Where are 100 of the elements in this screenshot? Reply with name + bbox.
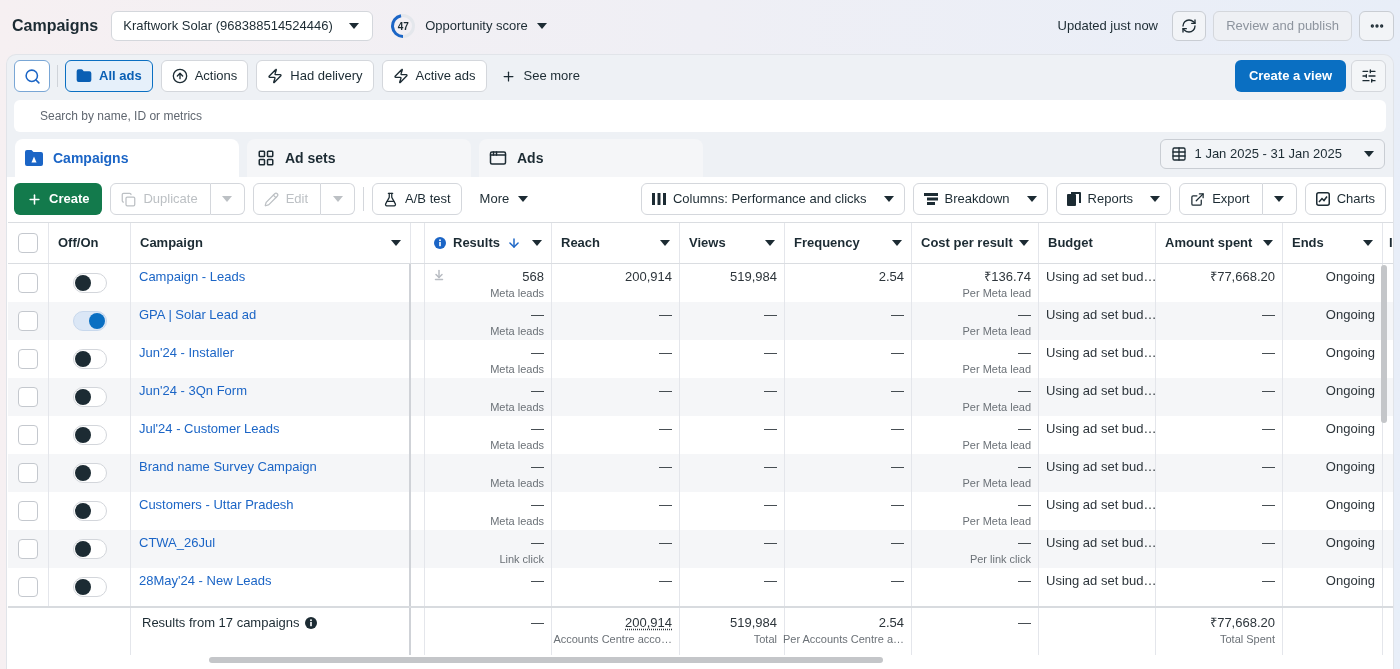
cost-per-result-value: — — [1018, 383, 1031, 399]
reach-value: — — [659, 573, 672, 589]
sliders-icon — [1360, 68, 1377, 84]
column-header[interactable]: Reach — [561, 233, 601, 253]
column-header[interactable]: Frequency — [794, 233, 860, 253]
checkbox[interactable] — [18, 577, 38, 597]
amount-spent-value: — — [1262, 535, 1275, 551]
tab[interactable]: Ad sets — [247, 139, 471, 177]
toggle-switch[interactable] — [72, 501, 107, 521]
campaign-name-link[interactable]: Jun'24 - 3Qn Form — [139, 383, 247, 399]
see-more-button[interactable]: See more — [494, 60, 586, 92]
refresh-button[interactable] — [1172, 11, 1206, 41]
results-summary: Results from 17 campaigns — [142, 615, 300, 631]
checkbox[interactable] — [18, 387, 38, 407]
column-header[interactable]: Ends — [1292, 233, 1324, 253]
create-view-button[interactable]: Create a view — [1234, 60, 1346, 92]
date-range-button[interactable]: 1 Jan 2025 - 31 Jan 2025 — [1159, 139, 1385, 169]
refresh-icon — [1181, 18, 1197, 34]
columns-icon — [651, 193, 666, 205]
cost-per-result-value: — — [1018, 497, 1031, 513]
reach-total-label: Accounts Centre acco… — [553, 632, 672, 646]
reports-dropdown[interactable]: Reports — [1055, 183, 1172, 215]
filter-chip[interactable]: Had delivery — [256, 60, 374, 92]
pencil-icon — [263, 191, 279, 207]
opportunity-score-dropdown[interactable]: Opportunity score — [425, 16, 547, 36]
frequency-value: — — [891, 307, 904, 323]
campaign-name-link[interactable]: Jun'24 - Installer — [139, 345, 234, 361]
filter-chip[interactable]: Active ads — [381, 60, 487, 92]
column-header[interactable]: Cost per result — [921, 233, 1013, 253]
amount-spent-value: — — [1262, 383, 1275, 399]
column-header[interactable]: Results — [453, 233, 500, 253]
toggle-switch[interactable] — [72, 387, 107, 407]
column-header[interactable]: Budget — [1048, 233, 1093, 253]
column-header[interactable]: Campaign — [140, 233, 203, 253]
score-value: 47 — [396, 19, 410, 34]
filter-chip[interactable]: All ads — [65, 60, 153, 92]
toggle-switch[interactable] — [72, 463, 107, 483]
checkbox[interactable] — [18, 425, 38, 445]
cost-total: — — [1018, 615, 1031, 631]
lightning-icon — [392, 68, 409, 84]
filter-chip[interactable]: Actions — [160, 60, 249, 92]
amount-spent-value: — — [1262, 459, 1275, 475]
views-value: — — [764, 345, 777, 361]
frequency-value: — — [891, 345, 904, 361]
checkbox[interactable] — [18, 539, 38, 559]
amount-spent-value: — — [1262, 307, 1275, 323]
campaign-name-link[interactable]: Campaign - Leads — [139, 269, 246, 285]
columns-dropdown[interactable]: Columns: Performance and clicks — [640, 183, 905, 215]
campaign-name-link[interactable]: CTWA_26Jul — [139, 535, 216, 551]
export-button[interactable]: Export — [1179, 183, 1263, 215]
external-link-icon — [1190, 191, 1206, 207]
budget-text: Using ad set bud… — [1046, 421, 1157, 437]
create-button[interactable]: Create — [14, 183, 103, 215]
arrow-up-circle-icon — [171, 68, 188, 84]
column-header[interactable]: Views — [689, 233, 726, 253]
toggle-switch[interactable] — [72, 311, 107, 331]
campaign-name-link[interactable]: Jul'24 - Customer Leads — [139, 421, 280, 437]
checkbox[interactable] — [18, 273, 38, 293]
amount-spent-total: ₹77,668.20 — [1210, 615, 1275, 631]
checkbox[interactable] — [18, 501, 38, 521]
campaign-name-link[interactable]: Customers - Uttar Pradesh — [139, 497, 294, 513]
tab[interactable]: Campaigns — [15, 139, 239, 177]
column-header[interactable]: Amount spent — [1165, 233, 1253, 253]
toggle-switch[interactable] — [72, 349, 107, 369]
toggle-switch[interactable] — [72, 425, 107, 445]
horizontal-scrollbar[interactable] — [209, 657, 883, 663]
tab[interactable]: Ads — [479, 139, 703, 177]
more-button[interactable]: More — [469, 183, 539, 215]
reach-value: — — [659, 459, 672, 475]
cost-type-label: Per Meta lead — [962, 324, 1031, 338]
ab-test-button[interactable]: A/B test — [372, 183, 462, 215]
campaign-name-link[interactable]: Brand name Survey Campaign — [139, 459, 317, 475]
toggle-switch[interactable] — [72, 577, 107, 597]
search-field[interactable]: Search by name, ID or metrics — [14, 100, 1386, 132]
end-status: Ongoing — [1325, 383, 1375, 399]
view-settings-button[interactable] — [1351, 60, 1386, 92]
checkbox[interactable] — [18, 349, 38, 369]
checkbox[interactable] — [18, 233, 38, 253]
dropdown-toggle-button[interactable] — [1262, 183, 1297, 215]
toggle-switch[interactable] — [72, 273, 107, 293]
dropdown-toggle-button[interactable] — [321, 183, 356, 215]
breakdown-dropdown[interactable]: Breakdown — [912, 183, 1048, 215]
cost-type-label: Per Meta lead — [962, 476, 1031, 490]
campaign-name-link[interactable]: GPA | Solar Lead ad — [139, 307, 257, 323]
more-options-button[interactable] — [1359, 11, 1394, 41]
campaign-name-link[interactable]: 28May'24 - New Leads — [139, 573, 272, 589]
vertical-scrollbar[interactable] — [1381, 265, 1387, 423]
frequency-value: — — [891, 573, 904, 589]
checkbox[interactable] — [18, 311, 38, 331]
toggle-switch[interactable] — [72, 539, 107, 559]
reach-total: 200,914 — [625, 615, 672, 631]
column-header[interactable]: Off/On — [58, 233, 99, 253]
search-button[interactable] — [14, 60, 50, 92]
account-dropdown[interactable]: Kraftwork Solar (968388514524446) — [111, 11, 374, 41]
dropdown-toggle-button[interactable] — [210, 183, 245, 215]
column-header[interactable]: I — [1389, 233, 1393, 253]
lightning-icon — [267, 68, 284, 84]
checkbox[interactable] — [18, 463, 38, 483]
charts-button[interactable]: Charts — [1304, 183, 1386, 215]
caret-icon — [1274, 196, 1285, 202]
